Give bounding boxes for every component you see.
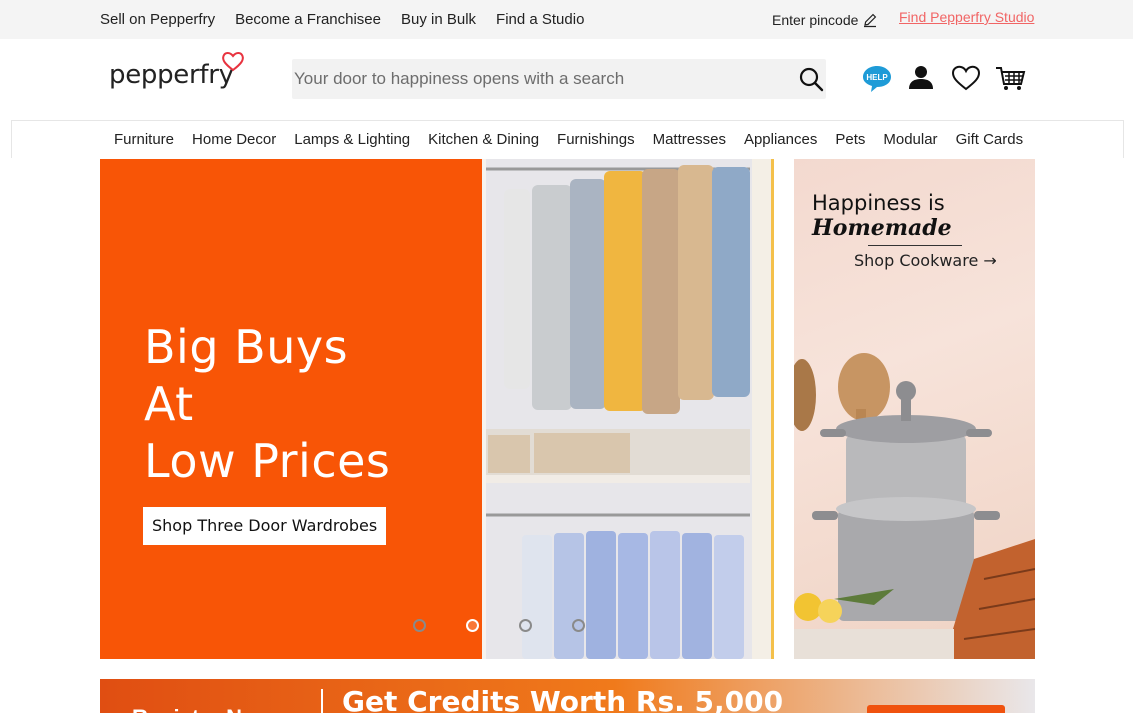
sell-on-pepperfry-link[interactable]: Sell on Pepperfry bbox=[100, 11, 215, 28]
nav-pets[interactable]: Pets bbox=[835, 131, 865, 148]
promo-divider bbox=[321, 689, 323, 713]
nav-gift-cards[interactable]: Gift Cards bbox=[956, 131, 1024, 148]
promo-action-button[interactable] bbox=[867, 705, 1005, 713]
user-icon[interactable] bbox=[905, 62, 937, 94]
wishlist-heart-icon[interactable] bbox=[950, 62, 982, 94]
nav-home-decor[interactable]: Home Decor bbox=[192, 131, 276, 148]
carousel-dot-1[interactable] bbox=[413, 619, 426, 632]
carousel-dot-4[interactable] bbox=[572, 619, 585, 632]
pepperfry-logo[interactable]: pepperfry bbox=[109, 50, 249, 94]
wardrobe-image bbox=[482, 159, 774, 659]
help-icon[interactable]: HELP bbox=[861, 62, 893, 94]
find-a-studio-link[interactable]: Find a Studio bbox=[496, 11, 584, 28]
hero-banner[interactable]: Big Buys At Low Prices Shop Three Door W… bbox=[100, 159, 774, 659]
pincode-label: Enter pincode bbox=[772, 12, 859, 28]
hero-headline-line-3: Low Prices bbox=[144, 434, 391, 488]
pincode-selector[interactable]: Enter pincode bbox=[772, 12, 878, 28]
become-franchisee-link[interactable]: Become a Franchisee bbox=[235, 11, 381, 28]
help-badge-label: HELP bbox=[866, 73, 888, 82]
hero-headline: Big Buys At Low Prices bbox=[144, 319, 390, 490]
cart-icon[interactable] bbox=[994, 62, 1026, 94]
carousel-dots bbox=[413, 619, 585, 632]
nav-appliances[interactable]: Appliances bbox=[744, 131, 817, 148]
cookware-pots-image bbox=[794, 353, 1035, 659]
hero-headline-line-2: At bbox=[144, 377, 194, 431]
search-bar bbox=[292, 59, 826, 99]
logo-wordmark: pepperfry bbox=[109, 60, 234, 90]
category-nav: Furniture Home Decor Lamps & Lighting Ki… bbox=[11, 120, 1124, 158]
nav-furnishings[interactable]: Furnishings bbox=[557, 131, 635, 148]
nav-modular[interactable]: Modular bbox=[883, 131, 937, 148]
top-links: Sell on Pepperfry Become a Franchisee Bu… bbox=[100, 11, 584, 28]
edit-pencil-icon bbox=[864, 13, 877, 28]
nav-furniture[interactable]: Furniture bbox=[114, 131, 174, 148]
top-utility-bar: Sell on Pepperfry Become a Franchisee Bu… bbox=[0, 0, 1133, 39]
find-pepperfry-studio-link[interactable]: Find Pepperfry Studio bbox=[899, 9, 1034, 25]
buy-in-bulk-link[interactable]: Buy in Bulk bbox=[401, 11, 476, 28]
cookware-banner[interactable]: Happiness is Homemade Shop Cookware → bbox=[794, 159, 1035, 659]
nav-kitchen-dining[interactable]: Kitchen & Dining bbox=[428, 131, 539, 148]
search-icon[interactable] bbox=[798, 66, 824, 92]
carousel-dot-2[interactable] bbox=[466, 619, 479, 632]
shop-wardrobes-button[interactable]: Shop Three Door Wardrobes bbox=[143, 507, 387, 545]
nav-lamps-lighting[interactable]: Lamps & Lighting bbox=[294, 131, 410, 148]
carousel-dot-3[interactable] bbox=[519, 619, 532, 632]
hero-headline-line-1: Big Buys bbox=[144, 320, 349, 374]
promo-headline: Get Credits Worth Rs. 5,000 bbox=[342, 685, 784, 713]
credits-promo-banner[interactable]: Register Now Get Credits Worth Rs. 5,000 bbox=[100, 679, 1035, 713]
search-input[interactable] bbox=[292, 59, 782, 99]
nav-mattresses[interactable]: Mattresses bbox=[653, 131, 726, 148]
logo-heart-icon bbox=[222, 52, 244, 72]
register-now-text: Register Now bbox=[132, 705, 273, 713]
